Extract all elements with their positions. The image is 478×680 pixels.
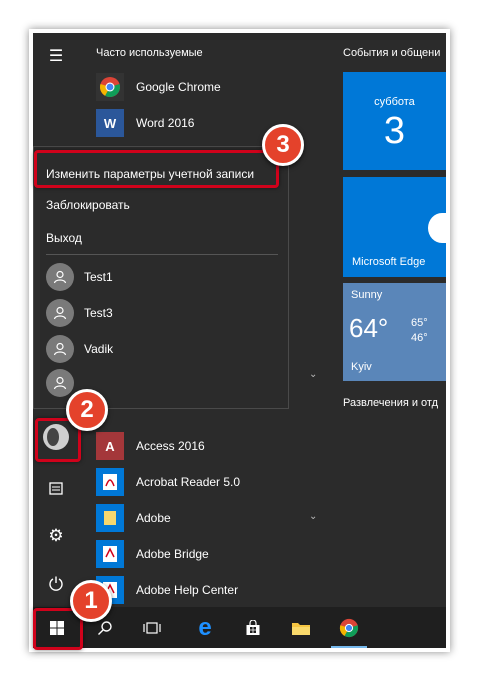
edge-icon: e <box>198 613 212 641</box>
task-view-icon <box>143 621 161 634</box>
user-icon <box>46 335 74 363</box>
annotation-box-settings <box>34 150 279 188</box>
app-access-2016[interactable]: A Access 2016 <box>96 430 205 462</box>
adobe-bridge-icon <box>96 540 124 568</box>
chevron-down-icon[interactable]: ⌄ <box>309 511 317 522</box>
app-adobe-folder[interactable]: Adobe <box>96 502 171 534</box>
user-row-test1[interactable]: Test1 <box>46 262 113 292</box>
hamburger-icon: ☰ <box>48 48 64 65</box>
chrome-icon <box>339 618 359 637</box>
gear-icon: ⚙ <box>48 526 64 545</box>
sign-out-item[interactable]: Выход <box>46 231 82 245</box>
acrobat-icon <box>96 468 124 496</box>
edge-icon <box>428 213 446 243</box>
user-icon <box>46 263 74 291</box>
app-label: Access 2016 <box>136 439 205 453</box>
user-icon <box>46 299 74 327</box>
app-adobe-help-center[interactable]: Adobe Help Center <box>96 574 238 606</box>
app-label: Adobe Help Center <box>136 583 239 597</box>
folder-icon <box>292 622 310 635</box>
divider <box>46 254 278 255</box>
explorer-taskbar-button[interactable] <box>279 607 323 648</box>
word-icon: W <box>96 109 124 137</box>
store-icon <box>246 619 260 635</box>
weather-condition: Sunny <box>351 289 383 301</box>
user-row-vadik[interactable]: Vadik <box>46 334 113 364</box>
weather-tile[interactable]: Sunny 64° 65° 46° Kyiv <box>343 283 446 381</box>
documents-button[interactable] <box>33 468 79 508</box>
edge-tile[interactable]: Microsoft Edge <box>343 177 446 277</box>
hamburger-menu-button[interactable]: ☰ <box>33 36 79 76</box>
app-google-chrome[interactable]: Google Chrome <box>96 71 221 103</box>
step-badge-1: 1 <box>70 580 112 622</box>
app-acrobat-reader[interactable]: Acrobat Reader 5.0 <box>96 466 240 498</box>
power-icon <box>49 576 63 591</box>
weather-high: 65° <box>411 317 428 329</box>
weather-city: Kyiv <box>351 361 372 373</box>
edge-taskbar-button[interactable]: e <box>183 607 227 648</box>
calendar-day: суббота <box>374 96 415 108</box>
user-name: Test3 <box>84 306 113 320</box>
app-word-2016[interactable]: W Word 2016 <box>96 107 194 139</box>
folder-icon <box>96 504 124 532</box>
tiles-section-title: События и общени <box>343 47 441 59</box>
lock-item[interactable]: Заблокировать <box>46 198 130 212</box>
search-icon <box>98 620 112 635</box>
chrome-icon <box>96 73 124 101</box>
documents-icon <box>49 482 63 495</box>
task-view-button[interactable] <box>130 607 174 648</box>
store-taskbar-button[interactable] <box>231 607 275 648</box>
frequent-section-title: Часто используемые <box>96 47 203 59</box>
running-indicator <box>331 646 367 648</box>
weather-temp: 64° <box>349 313 389 343</box>
step-badge-2: 2 <box>66 389 108 431</box>
tiles-area: События и общени суббота 3 Microsoft Edg… <box>333 33 446 607</box>
app-label: Acrobat Reader 5.0 <box>136 475 241 489</box>
app-label: Google Chrome <box>136 80 221 94</box>
user-name: Vadik <box>84 342 114 356</box>
user-icon <box>46 369 74 397</box>
app-label: Adobe <box>136 511 171 525</box>
chrome-taskbar-button[interactable] <box>327 607 371 648</box>
chevron-down-icon[interactable]: ⌄ <box>309 369 317 380</box>
edge-tile-label: Microsoft Edge <box>352 256 426 268</box>
calendar-tile[interactable]: суббота 3 <box>343 72 446 170</box>
app-adobe-bridge[interactable]: Adobe Bridge <box>96 538 209 570</box>
app-label: Word 2016 <box>136 116 195 130</box>
weather-low: 46° <box>411 332 428 344</box>
user-row-test3[interactable]: Test3 <box>46 298 113 328</box>
tiles-section2-title: Развлечения и отд <box>343 397 439 409</box>
step-badge-3: 3 <box>262 124 304 166</box>
access-icon: A <box>96 432 124 460</box>
start-menu: ☰ ⚙ Часто используемые Google Chrome W W… <box>33 33 446 648</box>
settings-button[interactable]: ⚙ <box>33 516 79 556</box>
user-name: Test1 <box>84 270 113 284</box>
app-label: Adobe Bridge <box>136 547 209 561</box>
calendar-date: 3 <box>383 110 406 152</box>
